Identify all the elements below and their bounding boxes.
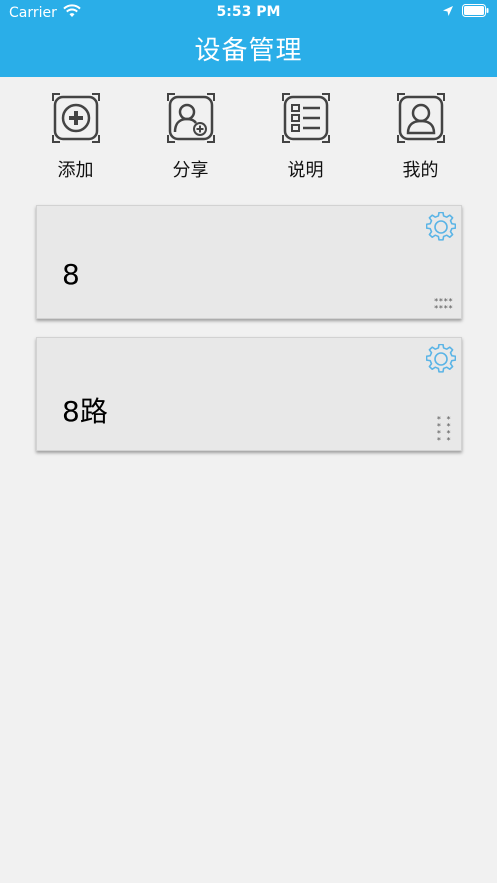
- instructions-label: 说明: [287, 160, 324, 181]
- device-card-2[interactable]: 8路 * * * * * * * *: [36, 337, 462, 451]
- instructions-button[interactable]: 说明: [248, 92, 363, 187]
- share-button[interactable]: 分享: [133, 92, 248, 187]
- mine-label: 我的: [402, 160, 439, 181]
- battery-icon: [462, 4, 489, 21]
- device-name: 8路: [62, 395, 108, 428]
- toolbar: 添加 分享 说明 我的: [18, 92, 478, 187]
- device-pattern: **** ****: [433, 297, 453, 313]
- status-right: [442, 4, 489, 21]
- list-icon: [281, 93, 330, 143]
- device-card-1[interactable]: 8 **** ****: [36, 205, 462, 319]
- share-user-icon: [166, 93, 215, 143]
- add-button[interactable]: 添加: [18, 92, 133, 187]
- page-title: 设备管理: [194, 36, 303, 66]
- device-name: 8: [62, 258, 80, 291]
- add-circle-icon: [51, 93, 100, 143]
- status-time: 5:53 PM: [216, 4, 281, 20]
- share-label: 分享: [172, 160, 209, 181]
- add-label: 添加: [57, 160, 94, 181]
- gear-icon[interactable]: [425, 343, 457, 378]
- app-header: Carrier 5:53 PM 设备管理: [0, 0, 497, 77]
- status-bar: Carrier 5:53 PM: [0, 0, 497, 26]
- profile-icon: [396, 93, 445, 143]
- mine-button[interactable]: 我的: [363, 92, 478, 187]
- device-pattern: * * * * * * * *: [436, 415, 451, 445]
- gear-icon[interactable]: [425, 211, 457, 246]
- location-arrow-icon: [442, 5, 454, 21]
